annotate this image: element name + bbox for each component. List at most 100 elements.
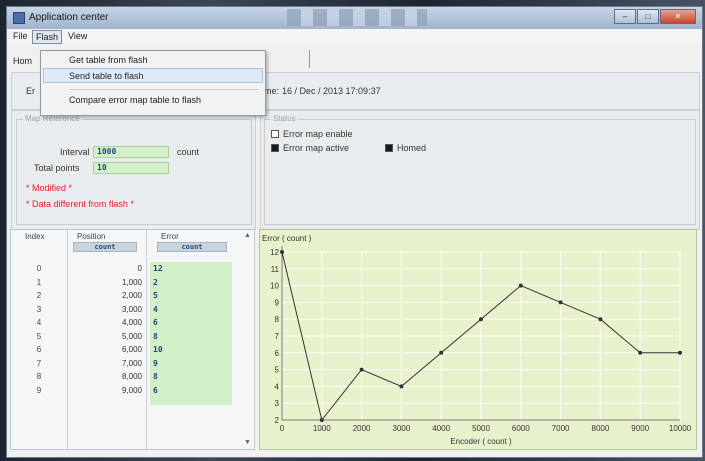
scroll-down-icon[interactable]: ▼ <box>244 439 251 446</box>
error-header: Error <box>161 232 179 241</box>
data-point <box>678 350 682 355</box>
menu-flash[interactable]: Flash <box>32 30 63 44</box>
y-tick-label: 12 <box>270 248 279 257</box>
data-diff-warning: * Data different from flash * <box>26 199 134 209</box>
map-reference-panel: Map Reference Interval 1000 count Total … <box>11 110 256 230</box>
row-position: 3,000 <box>121 304 142 314</box>
x-tick-label: 7000 <box>552 424 570 433</box>
column-divider <box>67 230 68 449</box>
data-point <box>558 300 563 305</box>
x-tick-label: 3000 <box>393 424 411 433</box>
row-position: 2,000 <box>121 291 142 300</box>
menu-compare-error-map[interactable]: Compare error map table to flash <box>69 95 201 105</box>
row-index: 1 <box>36 277 42 287</box>
error-map-enable-checkbox[interactable] <box>271 130 279 138</box>
x-tick-label: 1000 <box>313 424 331 433</box>
row-index: 7 <box>36 358 42 368</box>
y-tick-label: 8 <box>275 315 280 324</box>
error-chart: 234567891011120 1000 2000 3000 4000 5000 6000 7… <box>262 234 692 446</box>
maximize-button[interactable]: □ <box>637 9 659 24</box>
x-axis-label: Encoder ( count ) <box>450 437 512 446</box>
row-index: 4 <box>36 318 42 327</box>
title-bar[interactable]: Application center ‒ □ ✕ <box>7 7 702 29</box>
row-index: 0 <box>36 264 42 273</box>
interval-unit: count <box>177 147 200 157</box>
menu-send-table-to-flash[interactable]: Send table to flash <box>69 71 144 81</box>
row-error-value[interactable]: 8 <box>150 372 232 383</box>
row-error-value[interactable]: 2 <box>150 277 232 289</box>
x-tick-label: 8000 <box>592 424 610 433</box>
error-unit: count <box>157 242 227 252</box>
status-panel: Status Error map enable Error map active… <box>260 110 700 230</box>
app-icon <box>13 12 25 24</box>
row-position: 6,000 <box>121 345 142 354</box>
row-error-value[interactable]: 5 <box>150 291 232 302</box>
tab-home[interactable]: Hom <box>13 56 32 66</box>
data-point <box>319 418 324 422</box>
scroll-up-icon[interactable]: ▲ <box>244 232 251 239</box>
close-button[interactable]: ✕ <box>660 9 696 24</box>
modified-warning: * Modified * <box>26 183 73 193</box>
error-chart-panel: 2 3 4 5 6 7 8 9 10 11 12 0 1000 2000 3000 4000 5000 6000 7… <box>259 229 697 450</box>
data-point <box>399 384 404 389</box>
data-point <box>439 350 444 355</box>
data-point <box>479 317 483 322</box>
error-map-table: Index Position Error count count 0 0 12 1 1,… <box>10 229 255 450</box>
flash-dropdown-menu: Get table from flash Send table to flash… <box>40 50 266 116</box>
data-point <box>280 250 284 254</box>
error-map-enable-label: Error map enable <box>283 129 353 139</box>
menu-separator <box>69 89 259 90</box>
row-error-value[interactable]: 8 <box>150 331 232 343</box>
row-index: 2 <box>36 291 42 300</box>
status-title: Status <box>271 114 298 123</box>
row-position: 1,000 <box>121 277 142 287</box>
row-error-value[interactable]: 6 <box>150 385 232 397</box>
total-points-value: 10 <box>93 162 169 174</box>
row-position: 5,000 <box>121 331 142 341</box>
row-index: 8 <box>36 372 42 381</box>
tab-separator <box>309 50 310 68</box>
title-bar-glare <box>287 9 427 26</box>
total-points-label: Total points <box>34 163 80 173</box>
x-tick-label: 0 <box>280 424 285 433</box>
row-index: 5 <box>36 331 42 341</box>
row-position: 4,000 <box>121 318 142 327</box>
menu-get-table-from-flash[interactable]: Get table from flash <box>69 55 148 65</box>
row-error-value[interactable]: 4 <box>150 304 232 316</box>
row-position: 8,000 <box>121 372 142 381</box>
data-point <box>359 367 364 372</box>
x-tick-label: 5000 <box>472 424 490 433</box>
y-tick-label: 7 <box>275 332 280 341</box>
row-error-value[interactable]: 6 <box>150 318 232 329</box>
minimize-button[interactable]: ‒ <box>614 9 636 24</box>
y-tick-label: 4 <box>275 382 280 391</box>
menu-file[interactable]: File <box>10 30 31 42</box>
x-tick-label: 9000 <box>631 424 649 433</box>
info-left-label: Er <box>26 86 35 96</box>
row-error-value[interactable]: 12 <box>150 264 232 275</box>
x-tick-label: 2000 <box>353 424 371 433</box>
time-value: 16 / Dec / 2013 17:09:37 <box>282 86 381 96</box>
row-error-value[interactable]: 10 <box>150 345 232 356</box>
row-position: 0 <box>137 264 142 273</box>
y-axis-label: Error ( count ) <box>262 234 312 243</box>
y-tick-label: 10 <box>270 282 279 291</box>
x-tick-label: 4000 <box>432 424 450 433</box>
data-point <box>638 350 643 355</box>
data-point <box>598 317 603 322</box>
row-error-value[interactable]: 9 <box>150 358 232 370</box>
menu-view[interactable]: View <box>65 30 90 42</box>
y-tick-label: 6 <box>275 349 280 358</box>
x-tick-label: 6000 <box>512 424 530 433</box>
menu-bar: File Flash View <box>7 29 702 45</box>
y-tick-label: 9 <box>275 298 280 307</box>
row-index: 6 <box>36 345 42 354</box>
row-index: 9 <box>36 385 42 395</box>
error-map-active-label: Error map active <box>283 143 350 153</box>
homed-indicator <box>385 144 393 152</box>
interval-input[interactable]: 1000 <box>93 146 169 158</box>
x-tick-label: 10000 <box>669 424 692 433</box>
time-label: me: <box>264 86 280 96</box>
homed-label: Homed <box>397 143 427 153</box>
y-tick-label: 3 <box>275 399 280 408</box>
